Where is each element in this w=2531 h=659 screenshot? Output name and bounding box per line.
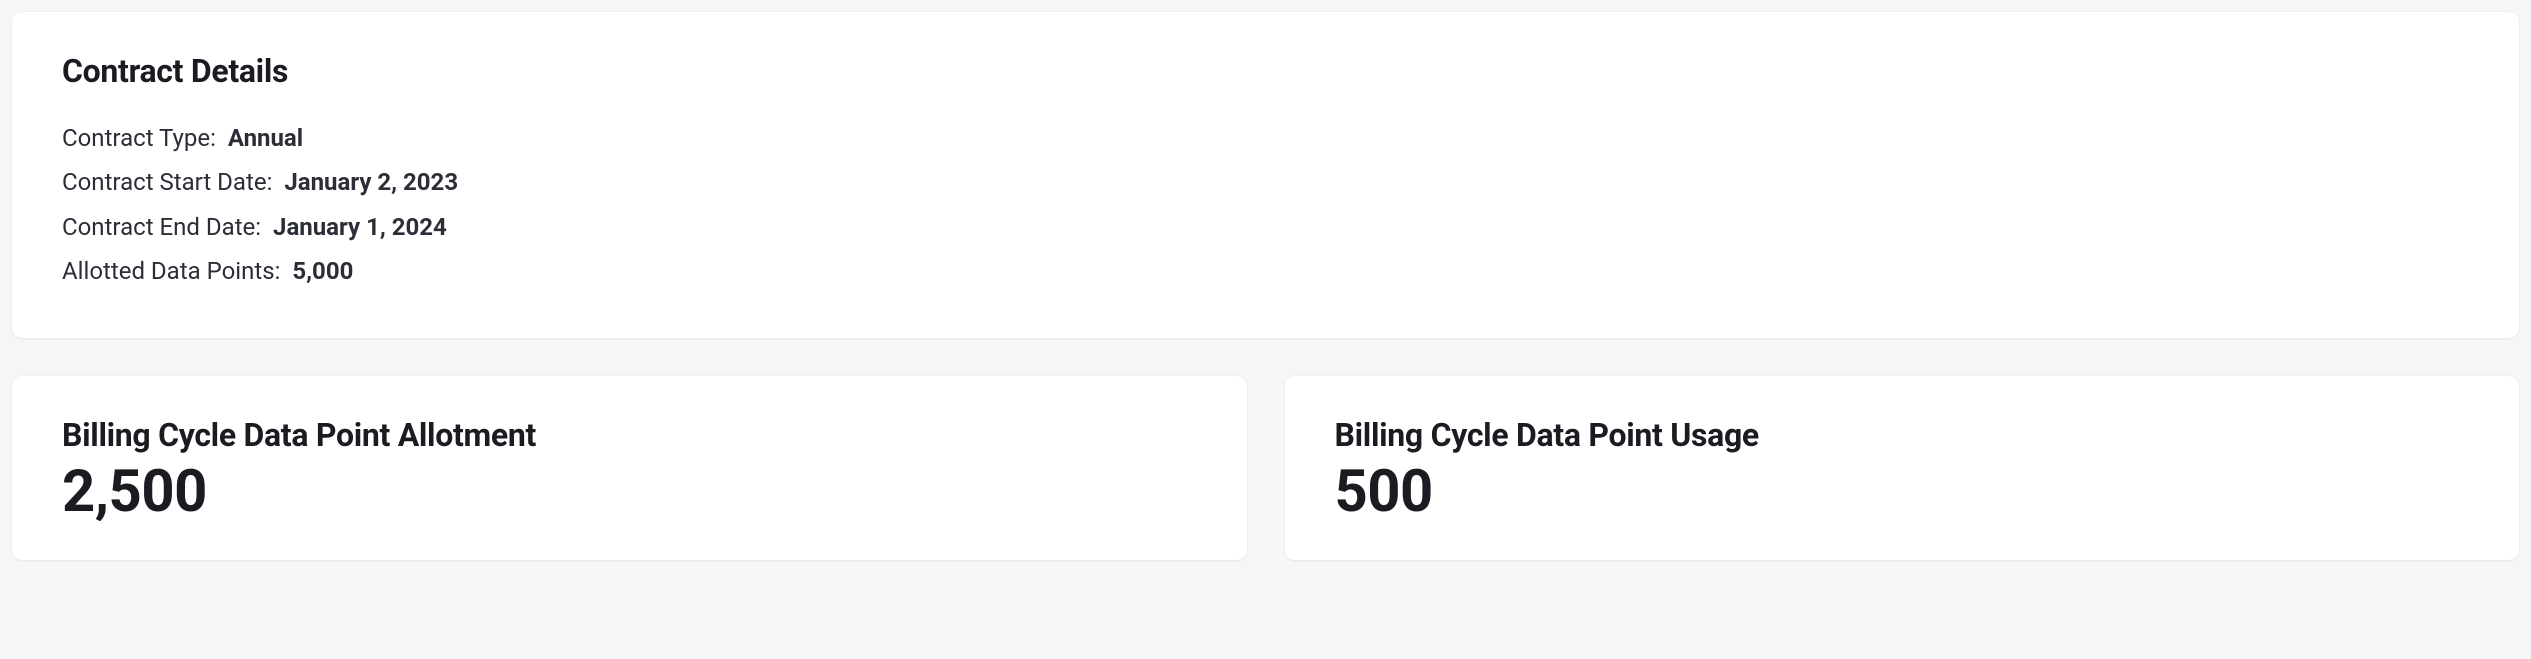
contract-end-date-row: Contract End Date: January 1, 2024 <box>62 205 2469 249</box>
metrics-row: Billing Cycle Data Point Allotment 2,500… <box>12 376 2519 560</box>
contract-details-card: Contract Details Contract Type: Annual C… <box>12 12 2519 338</box>
allotted-data-points-label: Allotted Data Points: <box>62 257 280 285</box>
allotted-data-points-row: Allotted Data Points: 5,000 <box>62 249 2469 293</box>
contract-type-value: Annual <box>228 124 303 152</box>
contract-end-date-label: Contract End Date: <box>62 213 261 241</box>
contract-details-title: Contract Details <box>62 52 2469 90</box>
billing-allotment-title: Billing Cycle Data Point Allotment <box>62 416 1197 454</box>
billing-allotment-card: Billing Cycle Data Point Allotment 2,500 <box>12 376 1247 560</box>
allotted-data-points-value: 5,000 <box>292 257 353 285</box>
contract-type-row: Contract Type: Annual <box>62 116 2469 160</box>
contract-start-date-row: Contract Start Date: January 2, 2023 <box>62 160 2469 204</box>
contract-type-label: Contract Type: <box>62 124 216 152</box>
billing-usage-card: Billing Cycle Data Point Usage 500 <box>1285 376 2520 560</box>
billing-allotment-value: 2,500 <box>62 458 1197 526</box>
contract-start-date-value: January 2, 2023 <box>284 168 458 196</box>
billing-usage-value: 500 <box>1335 458 2470 526</box>
contract-end-date-value: January 1, 2024 <box>273 213 447 241</box>
contract-start-date-label: Contract Start Date: <box>62 168 272 196</box>
billing-usage-title: Billing Cycle Data Point Usage <box>1335 416 2470 454</box>
